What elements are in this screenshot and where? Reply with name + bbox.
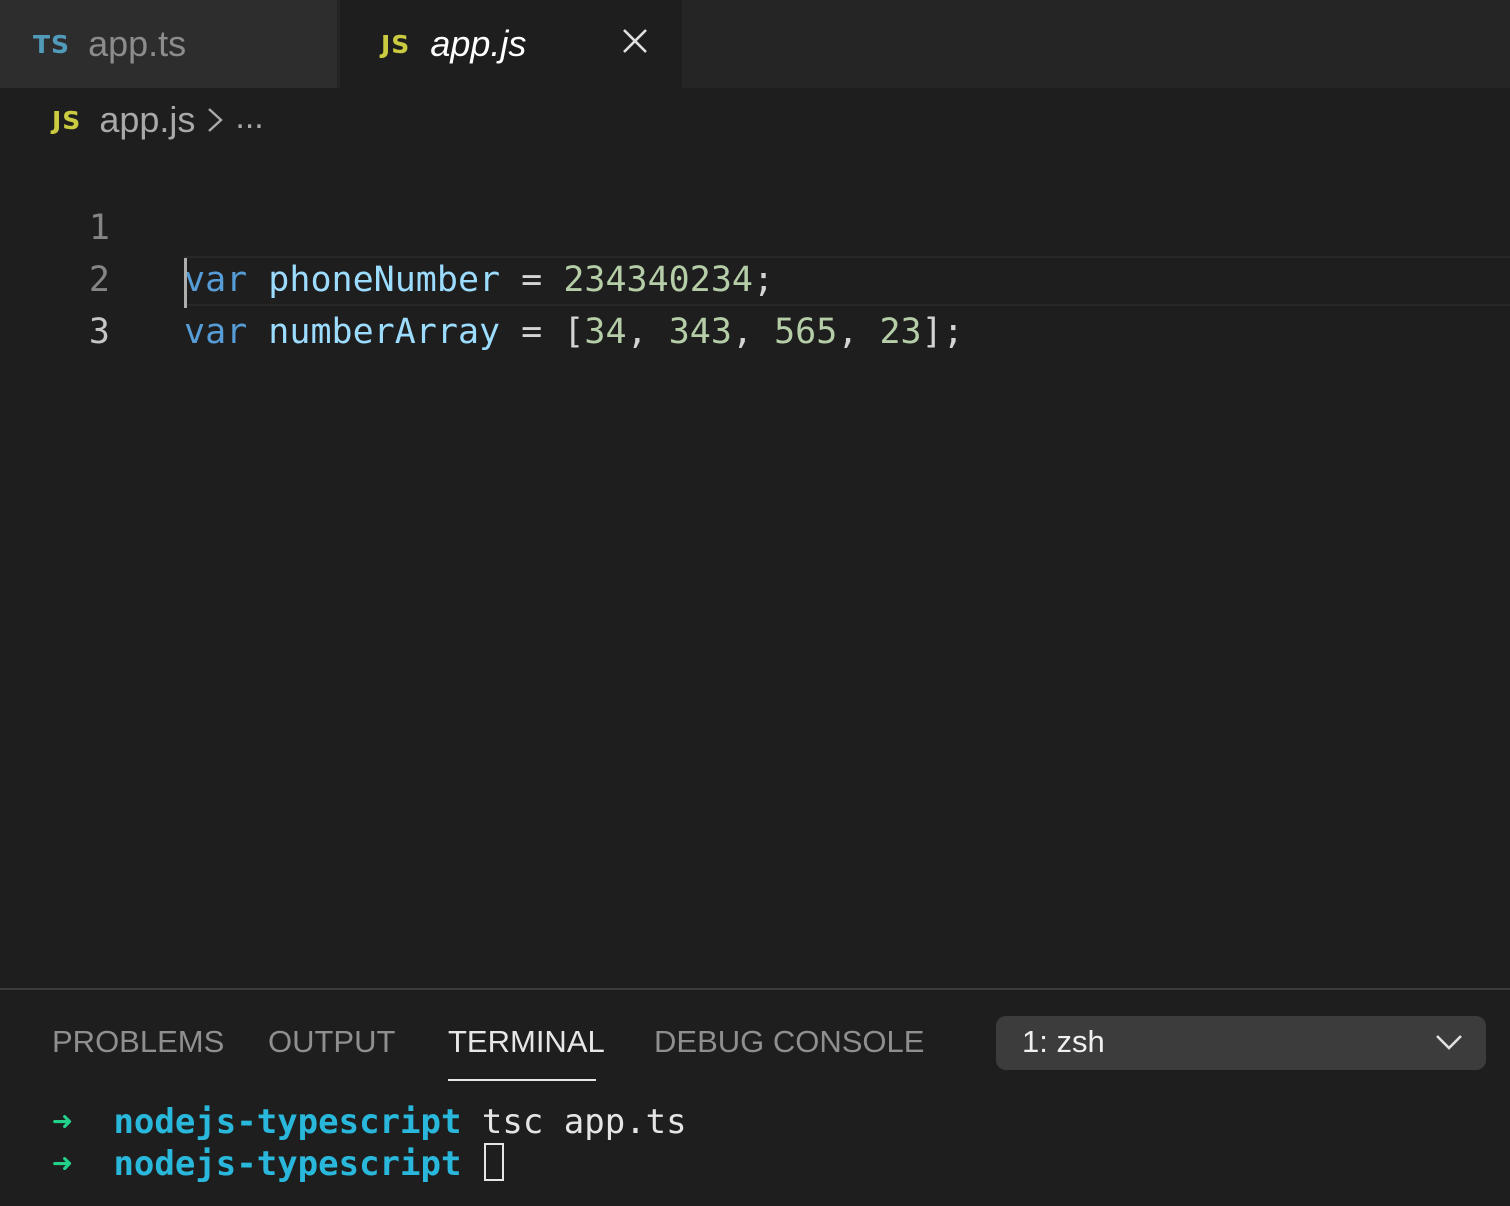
variable-token: numberArray (268, 312, 501, 352)
keyword-token: var (184, 312, 248, 352)
prompt-directory: nodejs-typescript (113, 1102, 462, 1142)
breadcrumb: JS app.js ... (52, 98, 264, 142)
code-line: 2 var numberArray = [34, 343, 565, 23]; (0, 202, 1510, 352)
number-token: 23 (879, 312, 922, 352)
tab-terminal[interactable]: TERMINAL (448, 1024, 605, 1060)
editor-tab-bar: TS app.ts JS app.js (0, 0, 1510, 88)
code-editor[interactable]: 1 var phoneNumber = 234340234; 2 var num… (0, 150, 1510, 988)
active-tab-indicator (448, 1079, 596, 1081)
bottom-panel: PROBLEMS OUTPUT TERMINAL DEBUG CONSOLE 1… (0, 988, 1510, 1206)
terminal-line: ➜ nodejs-typescript tsc app.ts (52, 1100, 687, 1144)
chevron-right-icon (208, 108, 224, 132)
punctuation-token: , (626, 312, 648, 352)
code-line: 1 var phoneNumber = 234340234; (0, 150, 1510, 300)
vscode-window: TS app.ts JS app.js JS app.js ... 1 var … (0, 0, 1510, 1206)
typescript-file-icon: TS (33, 29, 71, 59)
code-line: 3 (0, 254, 1510, 352)
tab-problems[interactable]: PROBLEMS (52, 1024, 224, 1060)
terminal-select-value: 1: zsh (1022, 1024, 1105, 1059)
javascript-file-icon: JS (52, 105, 82, 135)
javascript-file-icon: JS (381, 29, 411, 59)
prompt-directory: nodejs-typescript (113, 1144, 462, 1184)
prompt-arrow-icon: ➜ (52, 1102, 73, 1142)
code-text: var numberArray = [34, 343, 565, 23]; (184, 306, 964, 358)
terminal-select-dropdown[interactable]: 1: zsh (996, 1016, 1486, 1070)
punctuation-token: [ (563, 312, 585, 352)
tab-output[interactable]: OUTPUT (268, 1024, 395, 1060)
operator-token: = (521, 312, 543, 352)
text-cursor (184, 258, 187, 308)
chevron-down-icon (1436, 1035, 1462, 1050)
punctuation-token: , (837, 312, 859, 352)
number-token: 343 (668, 312, 732, 352)
tab-app-ts[interactable]: TS app.ts (0, 0, 338, 88)
number-token: 34 (584, 312, 627, 352)
terminal-line[interactable]: ➜ nodejs-typescript (52, 1142, 504, 1186)
punctuation-token: , (731, 312, 754, 352)
close-icon[interactable] (620, 26, 650, 56)
terminal-command: tsc app.ts (481, 1102, 687, 1142)
line-number: 3 (88, 312, 110, 352)
tab-label: app.js (430, 23, 527, 64)
breadcrumb-file[interactable]: app.js (99, 99, 195, 141)
terminal-cursor (483, 1143, 504, 1181)
tab-debug-console[interactable]: DEBUG CONSOLE (654, 1024, 924, 1060)
prompt-arrow-icon: ➜ (52, 1144, 73, 1184)
tab-label: app.ts (88, 23, 187, 64)
breadcrumb-more[interactable]: ... (235, 98, 263, 137)
punctuation-token: ]; (921, 312, 964, 352)
tab-app-js[interactable]: JS app.js (340, 0, 682, 88)
number-token: 565 (774, 312, 838, 352)
